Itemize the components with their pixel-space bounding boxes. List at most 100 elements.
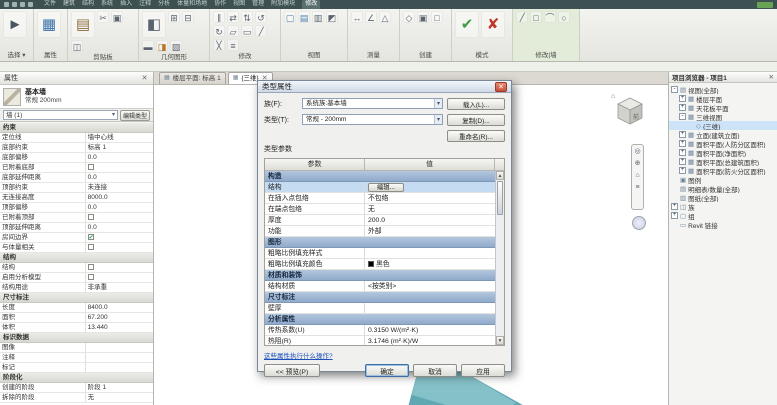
pin-icon[interactable]: ≡ <box>227 39 239 51</box>
property-group-header[interactable]: 结构 <box>0 253 153 263</box>
property-group-header[interactable]: 尺寸标注 <box>0 293 153 303</box>
nav-menu-icon[interactable]: ≡ <box>635 184 639 192</box>
ribbon-tab[interactable]: 结构 <box>82 0 94 9</box>
property-row[interactable]: 注释 <box>0 353 153 363</box>
ok-button[interactable]: 确定 <box>365 364 409 377</box>
browser-item[interactable]: +▦面积平面(净面积) <box>669 148 777 157</box>
ribbon-panel-label[interactable]: 测量 <box>351 50 396 61</box>
table-scrollbar[interactable]: ▲ ▼ <box>495 171 504 345</box>
redo-icon[interactable] <box>20 2 25 7</box>
selection-filter-combo[interactable]: 墙 (1)▾ <box>3 110 118 120</box>
view-tab[interactable]: ▦楼层平面: 标高 1 <box>159 72 226 84</box>
scrollbar-thumb[interactable] <box>497 181 503 215</box>
ribbon-tab[interactable]: 文件 <box>44 0 56 9</box>
tree-expander[interactable]: + <box>679 140 686 147</box>
browser-item[interactable]: +▦面积平面(防火分区面积) <box>669 166 777 175</box>
type-param-row[interactable]: 粗略比例填充样式 <box>265 248 495 259</box>
tree-expander[interactable]: + <box>679 104 686 111</box>
draw-line-icon[interactable]: ╱ <box>516 11 528 23</box>
browser-item[interactable]: ▭Revit 链接 <box>669 220 777 229</box>
cut-icon[interactable]: ✂ <box>97 11 109 23</box>
checkbox[interactable] <box>88 244 94 250</box>
ribbon-panel-label[interactable]: 创建 <box>403 50 448 61</box>
dimension-icon[interactable]: △ <box>379 11 391 23</box>
property-row[interactable]: 底部偏移0.0 <box>0 153 153 163</box>
create-group-icon[interactable]: ◇ <box>403 11 415 23</box>
property-group-header[interactable]: 阶段化 <box>0 373 153 383</box>
type-param-row[interactable]: 厚度200.0 <box>265 215 495 226</box>
browser-item[interactable]: +▢组 <box>669 211 777 220</box>
browser-item[interactable]: +▦面积平面(人防分区面积) <box>669 139 777 148</box>
property-row[interactable]: 面积67.200 <box>0 313 153 323</box>
move-icon[interactable]: ⇅ <box>241 11 253 23</box>
full-navigation-wheel-icon[interactable]: ◎ <box>634 148 640 156</box>
property-row[interactable]: 结构用途非承重 <box>0 283 153 293</box>
browser-item[interactable]: ◇{三维} <box>669 121 777 130</box>
properties-palette-header[interactable]: 属性 ✕ <box>0 72 153 85</box>
displace-icon[interactable]: ◩ <box>326 11 338 23</box>
property-group-header[interactable]: 标识数据 <box>0 333 153 343</box>
type-param-row[interactable]: 结构材质<按类别> <box>265 281 495 292</box>
type-param-group-header[interactable]: 尺寸标注 <box>265 292 495 303</box>
cancel-button[interactable]: 取消 <box>413 364 457 377</box>
what-do-these-properties-do-link[interactable]: 这些属性执行什么操作? <box>264 350 333 360</box>
ribbon-tab[interactable]: 体量和场地 <box>177 0 207 9</box>
browser-item[interactable]: +▦面积平面(总建筑面积) <box>669 157 777 166</box>
property-row[interactable]: 体积13.440 <box>0 323 153 333</box>
ribbon-tab[interactable]: 注释 <box>139 0 151 9</box>
cancel-edit-icon[interactable]: ✘ <box>481 11 505 38</box>
close-icon[interactable]: ✕ <box>140 74 149 82</box>
print-icon[interactable] <box>28 2 33 7</box>
property-row[interactable]: 无连接高度8000.0 <box>0 193 153 203</box>
property-row[interactable]: 顶部延伸距离0.0 <box>0 223 153 233</box>
undo-icon[interactable] <box>12 2 17 7</box>
viewcube[interactable]: 前 ⌂ <box>610 90 650 130</box>
close-icon[interactable]: ✕ <box>769 73 774 81</box>
create-assembly-icon[interactable]: □ <box>431 11 443 23</box>
tree-expander[interactable]: - <box>679 113 686 120</box>
dialog-titlebar[interactable]: 类型属性 ✕ <box>258 81 511 93</box>
ribbon-panel-label[interactable]: 几何图形 <box>142 52 206 63</box>
browser-item[interactable]: ▣图例 <box>669 175 777 184</box>
type-param-group-header[interactable]: 构造 <box>265 171 495 182</box>
property-row[interactable]: 启用分析模型 <box>0 273 153 283</box>
property-row[interactable]: 创建的阶段阶段 1 <box>0 383 153 393</box>
type-param-row[interactable]: 在端点包络无 <box>265 204 495 215</box>
ribbon-tab[interactable]: 视图 <box>233 0 245 9</box>
linework-icon[interactable]: ▥ <box>312 11 324 23</box>
scroll-down-icon[interactable]: ▼ <box>496 336 504 345</box>
angle-icon[interactable]: ∠ <box>365 11 377 23</box>
draw-rect-icon[interactable]: □ <box>530 11 542 23</box>
checkbox[interactable] <box>88 264 94 270</box>
measure-icon[interactable]: ↔ <box>351 11 363 23</box>
property-row[interactable]: 已附着底部 <box>0 163 153 173</box>
zoom-icon[interactable]: ⌂ <box>635 172 639 180</box>
tree-expander[interactable]: - <box>671 86 678 93</box>
create-similar-icon[interactable]: ▣ <box>417 11 429 23</box>
browser-item[interactable]: +▦楼层平面 <box>669 94 777 103</box>
checkbox[interactable] <box>88 164 94 170</box>
tree-expander[interactable]: + <box>679 131 686 138</box>
browser-item[interactable]: -▦三维视图 <box>669 112 777 121</box>
paint-icon[interactable]: ◨ <box>156 40 168 52</box>
type-param-group-header[interactable]: 分析属性 <box>265 314 495 325</box>
trim-icon[interactable]: ╳ <box>213 39 225 51</box>
property-group-header[interactable]: 约束 <box>0 123 153 133</box>
wall-joins-icon[interactable]: ⊟ <box>182 11 194 23</box>
type-param-group-header[interactable]: 图形 <box>265 237 495 248</box>
browser-item[interactable]: +▦立面(建筑立面) <box>669 130 777 139</box>
tree-expander[interactable]: + <box>679 167 686 174</box>
scroll-up-icon[interactable]: ▲ <box>496 171 504 180</box>
type-param-row[interactable]: 热阻(R)3.1746 (m²·K)/W <box>265 336 495 345</box>
copy-icon[interactable]: ▣ <box>111 11 123 23</box>
browser-item[interactable]: -▤视图(全部) <box>669 85 777 94</box>
apply-button[interactable]: 应用 <box>461 364 505 377</box>
type-param-row[interactable]: 结构编辑... <box>265 182 495 193</box>
mirror-icon[interactable]: ▱ <box>227 25 239 37</box>
type-param-row[interactable]: 在插入点包络不包络 <box>265 193 495 204</box>
ribbon-panel-label[interactable]: 属性 <box>37 50 64 61</box>
property-row[interactable]: 定位线墙中心线 <box>0 133 153 143</box>
match-type-icon[interactable]: ◫ <box>71 40 83 52</box>
property-row[interactable]: 顶部偏移0.0 <box>0 203 153 213</box>
type-param-row[interactable]: 功能外部 <box>265 226 495 237</box>
